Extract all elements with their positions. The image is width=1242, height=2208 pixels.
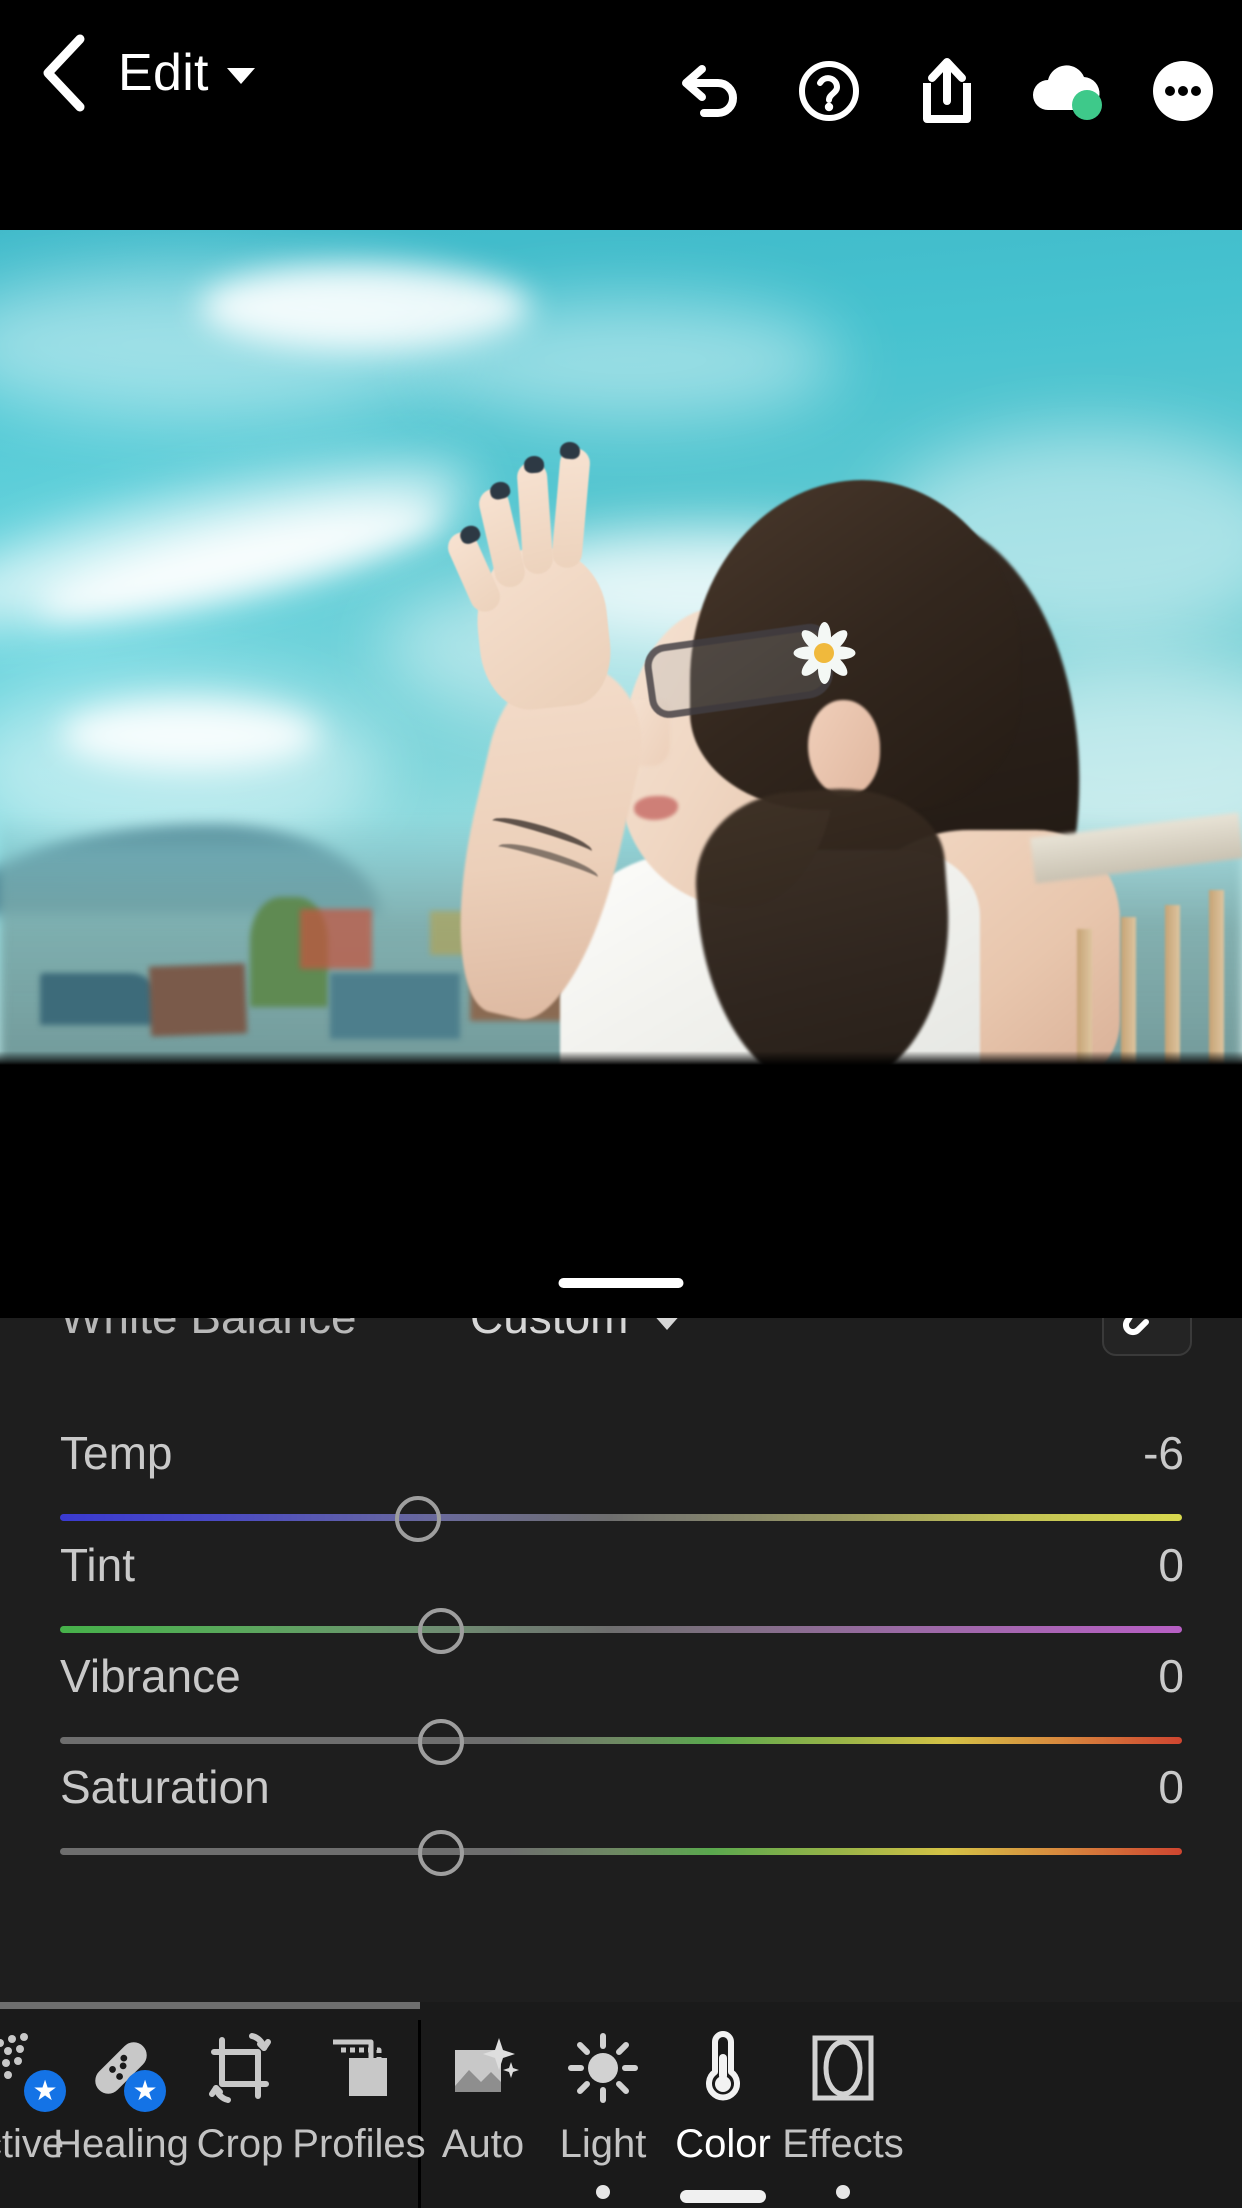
chevron-left-icon [43,34,85,112]
edit-title-dropdown[interactable]: Edit [118,43,255,103]
ear [808,700,880,796]
edit-indicator-dot [836,2185,850,2199]
slider-temp[interactable]: Temp -6 [0,1426,1242,1542]
white-balance-row: White Balance Custom [0,1318,1242,1386]
slider-label: Vibrance [60,1650,241,1702]
share-icon [923,58,971,123]
share-button[interactable] [888,36,1006,146]
active-tab-indicator [680,2190,766,2203]
wooden-railing [1029,812,1242,1065]
back-button[interactable] [16,25,112,121]
slider-saturation[interactable]: Saturation 0 [0,1760,1242,1876]
page-title: Edit [118,44,209,102]
caret-down-icon [652,1318,683,1330]
daisy-flower [790,622,858,684]
top-bar: Edit [0,0,1242,230]
color-icon [683,2026,763,2110]
help-icon [799,61,859,121]
more-options-icon [1153,61,1213,121]
slider-label: Temp [60,1427,173,1479]
tool-effects[interactable]: Effects [768,2026,918,2201]
auto-icon [443,2026,523,2110]
slider-vibrance[interactable]: Vibrance 0 [0,1649,1242,1765]
top-bar-actions [652,36,1242,146]
app-screen: Edit Temp -6 Tint 0 Vibrance 0 Saturatio… [0,0,1242,2208]
slider-thumb[interactable] [418,1830,464,1876]
tool-label: Light [559,2122,647,2166]
help-button[interactable] [770,36,888,146]
profiles-icon [319,2026,399,2110]
slider-track[interactable] [60,1737,1182,1744]
tool-label: Profiles [292,2122,426,2166]
slider-value: -6 [1143,1427,1184,1479]
slider-label: Saturation [60,1761,270,1813]
undo-button[interactable] [652,36,770,146]
tool-label: Auto [441,2122,525,2166]
tool-label: Crop [196,2122,284,2166]
tool-label: Color [675,2122,771,2166]
slider-track[interactable] [60,1514,1182,1521]
more-options-button[interactable] [1124,36,1242,146]
white-balance-value: Custom [470,1318,628,1344]
bottom-toolbar: ★ ctive ★ [0,2002,1242,2208]
caret-down-icon [226,68,255,84]
slider-tint[interactable]: Tint 0 [0,1538,1242,1654]
eyedropper-button[interactable] [1102,1318,1192,1356]
premium-star-badge: ★ [124,2070,166,2112]
slider-thumb[interactable] [395,1496,441,1542]
edit-indicator-dot [596,2185,610,2199]
slider-track[interactable] [60,1626,1182,1633]
light-icon [563,2026,643,2110]
crop-icon [200,2026,280,2110]
color-edit-panel: White Balance Custom Temp -6 Tint 0 [0,1318,1242,2002]
cloud-sync-button[interactable] [1006,36,1124,146]
white-balance-dropdown[interactable]: Custom [470,1318,683,1344]
hair-strands [689,781,961,1065]
slider-label: Tint [60,1539,135,1591]
slider-value: 0 [1158,1539,1184,1591]
panel-drag-handle[interactable] [558,1278,684,1288]
photo-canvas[interactable] [0,230,1242,1065]
slider-value: 0 [1158,1650,1184,1702]
sync-status-dot [1072,90,1102,120]
effects-icon [803,2026,883,2110]
edited-photo [0,230,1242,1065]
slider-thumb[interactable] [418,1608,464,1654]
undo-icon [682,65,737,117]
healing-icon: ★ [80,2026,166,2112]
eyedropper-icon [1122,1318,1149,1336]
tool-label: Effects [782,2122,904,2166]
slider-thumb[interactable] [418,1719,464,1765]
slider-track[interactable] [60,1848,1182,1855]
white-balance-label: White Balance [60,1318,357,1344]
slider-value: 0 [1158,1761,1184,1813]
